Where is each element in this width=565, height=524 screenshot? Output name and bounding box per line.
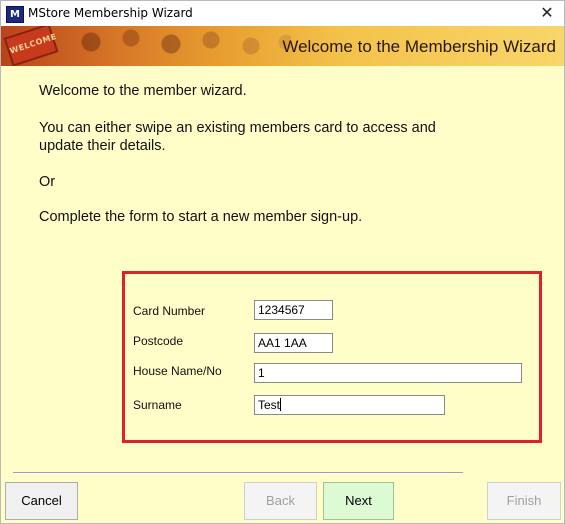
form-highlight-frame [122, 271, 542, 443]
card-number-label: Card Number [133, 304, 206, 318]
welcome-mat-logo: WELCOME [3, 26, 59, 66]
surname-field[interactable]: Test [254, 395, 445, 415]
finish-button[interactable]: Finish [487, 482, 561, 520]
membership-wizard-window: M MStore Membership Wizard ✕ WELCOME Wel… [0, 0, 565, 524]
back-button[interactable]: Back [244, 482, 317, 520]
title-bar: M MStore Membership Wizard ✕ [1, 1, 564, 26]
people-silhouettes-image [61, 26, 291, 66]
surname-value: Test [258, 398, 281, 412]
footer-divider [13, 472, 463, 474]
window-title: MStore Membership Wizard [28, 6, 193, 20]
app-icon: M [6, 6, 24, 23]
intro-swipe-text-line2: update their details. [39, 138, 166, 154]
next-button[interactable]: Next [323, 482, 394, 520]
banner-title: Welcome to the Membership Wizard [282, 37, 556, 56]
house-name-field[interactable]: 1 [254, 363, 522, 383]
postcode-field[interactable]: AA1 1AA [254, 333, 333, 353]
house-name-label: House Name/No [133, 364, 222, 378]
text-caret [280, 398, 282, 411]
intro-complete-form-text: Complete the form to start a new member … [39, 209, 363, 225]
card-number-field[interactable]: 1234567 [254, 300, 333, 320]
close-icon[interactable]: ✕ [536, 3, 558, 23]
intro-swipe-text-line1: You can either swipe an existing members… [39, 120, 436, 136]
cancel-button[interactable]: Cancel [5, 482, 78, 520]
surname-label: Surname [133, 398, 182, 412]
intro-welcome-text: Welcome to the member wizard. [39, 83, 247, 99]
postcode-label: Postcode [133, 334, 184, 348]
wizard-banner: WELCOME Welcome to the Membership Wizard [1, 26, 564, 66]
intro-or-text: Or [39, 174, 56, 190]
